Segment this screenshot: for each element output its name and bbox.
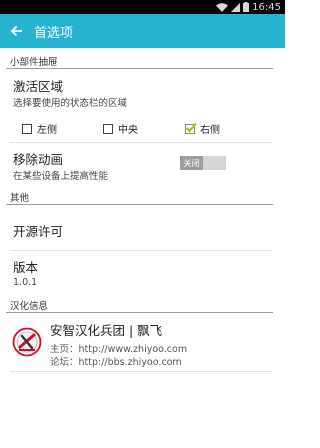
checkbox-left[interactable]: 左侧: [22, 121, 57, 136]
section-header-label: 其他: [10, 192, 30, 204]
remove-animation-toggle[interactable]: 关闭: [180, 156, 226, 170]
version-value: 1.0.1: [13, 277, 38, 288]
divider: [10, 371, 273, 372]
pref-title: 开源许可: [13, 224, 64, 239]
checkbox-label: 中央: [118, 125, 138, 136]
checkbox-right[interactable]: 右侧: [185, 121, 220, 136]
toggle-label: 关闭: [183, 158, 200, 168]
team-name: 安智汉化兵团 | 飘飞: [50, 323, 163, 338]
signal-icon: [231, 2, 241, 12]
wifi-icon: [216, 2, 229, 12]
back-arrow-icon: [10, 25, 22, 37]
team-forum: 论坛：http://bbs.zhiyoo.com: [50, 357, 182, 368]
section-divider: [6, 68, 273, 69]
status-time: 16:45: [252, 1, 281, 13]
divider: [10, 250, 273, 251]
pref-summary: 选择要使用的状态栏的区域: [13, 98, 128, 109]
section-divider: [6, 204, 273, 205]
app-bar: 首选项: [0, 14, 285, 48]
checkmark-icon: [185, 122, 197, 133]
pref-title: 版本: [13, 260, 39, 275]
section-header-localization: 汉化信息: [0, 296, 285, 313]
back-button[interactable]: [2, 14, 30, 48]
divider: [10, 142, 273, 143]
section-header-label: 小部件抽屉: [10, 56, 58, 68]
checkbox-center[interactable]: 中央: [103, 121, 138, 136]
section-header-label: 汉化信息: [10, 300, 49, 312]
section-header-other: 其他: [0, 188, 285, 205]
activation-area-options: 左侧 中央 右侧: [0, 118, 285, 138]
pref-title: 移除动画: [13, 152, 64, 167]
team-homepage: 主页：http://www.zhiyoo.com: [50, 344, 188, 355]
team-logo-icon: [12, 327, 42, 357]
battery-icon: [243, 2, 250, 12]
checkbox-box: [103, 123, 113, 134]
toggle-thumb: 关闭: [180, 156, 203, 170]
checkbox-box: [22, 123, 32, 134]
pref-title: 激活区域: [13, 79, 64, 94]
section-divider: [6, 312, 273, 313]
section-header-widget-drawer: 小部件抽屉: [0, 52, 285, 69]
page-title: 首选项: [34, 25, 74, 41]
status-bar: 16:45: [0, 0, 285, 14]
pref-summary: 在某些设备上提高性能: [13, 171, 109, 182]
checkbox-label: 右侧: [200, 125, 220, 136]
checkbox-label: 左侧: [37, 125, 57, 136]
checkbox-box: [185, 122, 197, 134]
